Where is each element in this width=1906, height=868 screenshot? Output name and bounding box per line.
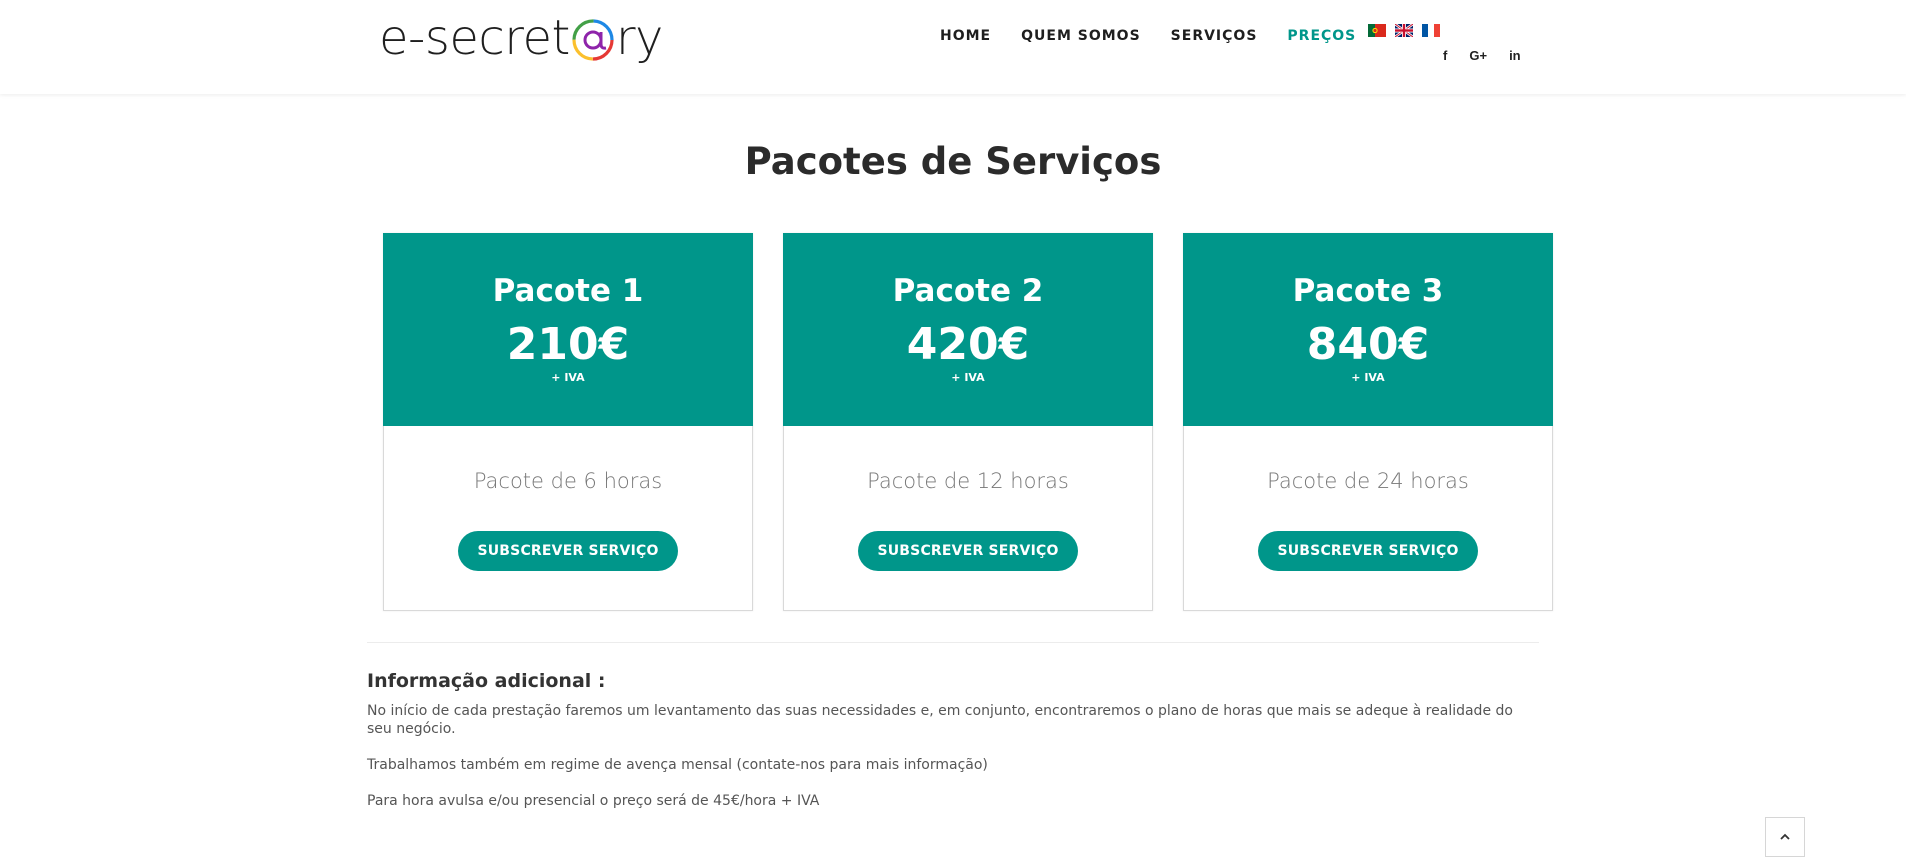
package-description: Pacote de 12 horas xyxy=(867,469,1069,493)
package-vat: + IVA xyxy=(1351,371,1385,384)
package-header: Pacote 1 210€ + IVA xyxy=(383,233,753,426)
google-plus-icon[interactable]: G+ xyxy=(1469,48,1487,63)
package-card-3: Pacote 3 840€ + IVA Pacote de 24 horas S… xyxy=(1183,233,1553,611)
main-nav: HOME QUEM SOMOS SERVIÇOS PREÇOS xyxy=(940,28,1386,48)
package-header: Pacote 2 420€ + IVA xyxy=(783,233,1153,426)
logo-text-end: ry xyxy=(615,10,664,66)
package-card-2: Pacote 2 420€ + IVA Pacote de 12 horas S… xyxy=(783,233,1153,611)
facebook-icon[interactable]: f xyxy=(1443,48,1447,63)
subscribe-button[interactable]: SUBSCREVER SERVIÇO xyxy=(858,531,1078,571)
site-logo[interactable]: e-secret ry xyxy=(379,8,663,68)
linkedin-icon[interactable]: in xyxy=(1509,48,1521,63)
nav-servicos[interactable]: SERVIÇOS xyxy=(1171,28,1258,48)
chevron-up-icon xyxy=(1780,833,1790,840)
logo-at-icon xyxy=(571,18,615,62)
social-links: f G+ in xyxy=(1443,48,1543,63)
info-paragraph: Trabalhamos também em regime de avença m… xyxy=(367,757,988,773)
package-name: Pacote 3 xyxy=(1292,273,1444,309)
package-card-1: Pacote 1 210€ + IVA Pacote de 6 horas SU… xyxy=(383,233,753,611)
package-price: 840€ xyxy=(1306,319,1430,370)
subscribe-button[interactable]: SUBSCREVER SERVIÇO xyxy=(1258,531,1478,571)
portugal-flag-icon[interactable] xyxy=(1368,24,1386,37)
logo-text-start: e-secret xyxy=(379,10,570,66)
france-flag-icon[interactable] xyxy=(1422,24,1440,37)
subscribe-button[interactable]: SUBSCREVER SERVIÇO xyxy=(458,531,678,571)
info-paragraph: No início de cada prestação faremos um l… xyxy=(367,703,1513,737)
package-name: Pacote 2 xyxy=(892,273,1044,309)
nav-home[interactable]: HOME xyxy=(940,28,991,48)
section-divider xyxy=(367,642,1539,643)
language-selector xyxy=(1368,24,1440,37)
scroll-to-top-button[interactable] xyxy=(1765,817,1805,857)
site-header: e-secret ry HOME QUEM SOMOS SERVIÇOS PRE… xyxy=(0,0,1906,94)
package-vat: + IVA xyxy=(951,371,985,384)
package-description: Pacote de 24 horas xyxy=(1267,469,1469,493)
info-title: Informação adicional : xyxy=(367,670,606,692)
package-header: Pacote 3 840€ + IVA xyxy=(1183,233,1553,426)
package-name: Pacote 1 xyxy=(492,273,644,309)
uk-flag-icon[interactable] xyxy=(1395,24,1413,37)
package-price: 210€ xyxy=(506,319,630,370)
package-description: Pacote de 6 horas xyxy=(473,469,663,493)
nav-precos[interactable]: PREÇOS xyxy=(1287,28,1356,48)
package-vat: + IVA xyxy=(551,371,585,384)
page-title: Pacotes de Serviços xyxy=(744,140,1162,183)
nav-quem-somos[interactable]: QUEM SOMOS xyxy=(1021,28,1141,48)
package-price: 420€ xyxy=(906,319,1030,370)
info-paragraph: Para hora avulsa e/ou presencial o preço… xyxy=(367,793,820,809)
